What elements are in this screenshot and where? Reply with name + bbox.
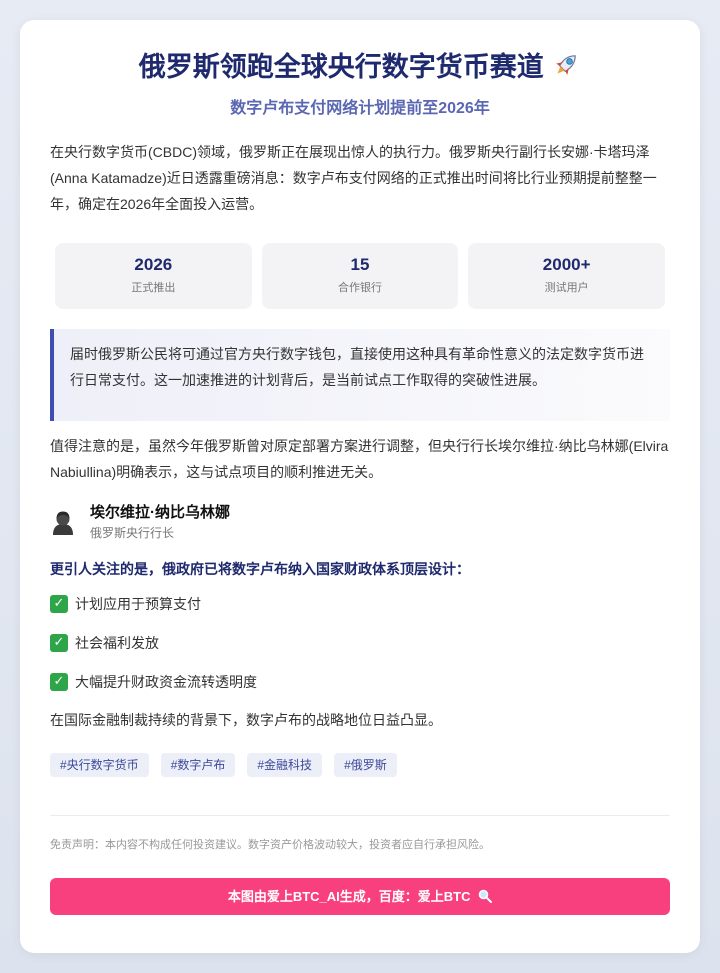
rocket-icon — [551, 50, 581, 88]
stat-value: 15 — [350, 255, 370, 274]
list-item-text: 计划应用于预算支付 — [75, 596, 201, 612]
list-item: ✓ 计划应用于预算支付 — [50, 594, 670, 614]
tag-cbdc[interactable]: #央行数字货币 — [50, 753, 149, 777]
intro-paragraph: 在央行数字货币(CBDC)领域，俄罗斯正在展现出惊人的执行力。俄罗斯央行副行长安… — [50, 144, 657, 212]
check-icon: ✓ — [50, 673, 68, 691]
disclaimer-text: 免责声明：本内容不构成任何投资建议。数字资产价格波动较大，投资者应自行承担风险。 — [50, 839, 490, 851]
person-text: 埃尔维拉·纳比乌林娜 俄罗斯央行行长 — [90, 503, 230, 541]
check-icon: ✓ — [50, 634, 68, 652]
list-item: ✓ 大幅提升财政资金流转透明度 — [50, 672, 670, 692]
tag-fintech[interactable]: #金融科技 — [247, 753, 323, 777]
quote-text: 届时俄罗斯公民将可通过官方央行数字钱包，直接使用这种具有革命性意义的法定数字货币… — [70, 346, 644, 388]
person-avatar-icon — [50, 509, 76, 535]
title-text: 俄罗斯领跑全球央行数字货币赛道 — [138, 52, 544, 82]
list-item-text: 大幅提升财政资金流转透明度 — [75, 674, 257, 690]
page-subtitle: 数字卢布支付网络计划提前至2026年 — [230, 100, 490, 117]
person-role: 俄罗斯央行行长 — [90, 526, 175, 540]
cta-banner[interactable]: 本图由爱上BTC_AI生成，百度：爱上BTC — [50, 878, 670, 915]
person-card: 埃尔维拉·纳比乌林娜 俄罗斯央行行长 — [50, 503, 670, 541]
page-title: 俄罗斯领跑全球央行数字货币赛道 — [50, 50, 670, 88]
tag-list: #央行数字货币 #数字卢布 #金融科技 #俄罗斯 — [50, 753, 670, 777]
stat-label: 正式推出 — [131, 282, 176, 294]
stat-value: 2000+ — [542, 255, 591, 274]
stat-card-users: 2000+ 测试用户 — [468, 243, 666, 309]
check-icon: ✓ — [50, 595, 68, 613]
person-name: 埃尔维拉·纳比乌林娜 — [90, 504, 230, 521]
stat-card-launch: 2026 正式推出 — [55, 243, 252, 309]
list-item-text: 社会福利发放 — [75, 635, 159, 651]
divider — [50, 815, 670, 816]
stat-label: 测试用户 — [544, 282, 589, 294]
stat-label: 合作银行 — [338, 282, 382, 294]
stat-card-banks: 15 合作银行 — [261, 243, 459, 309]
stat-value: 2026 — [134, 255, 173, 274]
list-item: ✓ 社会福利发放 — [50, 633, 670, 653]
magnifier-icon — [478, 880, 493, 917]
body-paragraph: 值得注意的是，虽然今年俄罗斯曾对原定部署方案进行调整，但央行行长埃尔维拉·纳比乌… — [50, 438, 669, 480]
tag-russia[interactable]: #俄罗斯 — [334, 753, 397, 777]
closing-paragraph: 在国际金融制裁持续的背景下，数字卢布的战略地位日益凸显。 — [50, 712, 442, 728]
highlight-heading: 更引人关注的是，俄政府已将数字卢布纳入国家财政体系顶层设计： — [50, 561, 470, 577]
quote-block: 届时俄罗斯公民将可通过官方央行数字钱包，直接使用这种具有革命性意义的法定数字货币… — [50, 329, 670, 421]
cta-label: 本图由爱上BTC_AI生成，百度：爱上BTC — [227, 889, 471, 904]
checklist: ✓ 计划应用于预算支付 ✓ 社会福利发放 ✓ 大幅提升财政资金流转透明度 — [50, 594, 670, 692]
article-card: 俄罗斯领跑全球央行数字货币赛道 数字卢布支付网络计划提前至2026年 在央行数字… — [20, 20, 700, 953]
stats-row: 2026 正式推出 15 合作银行 2000+ 测试用户 — [50, 243, 670, 309]
tag-digital-ruble[interactable]: #数字卢布 — [160, 753, 236, 777]
